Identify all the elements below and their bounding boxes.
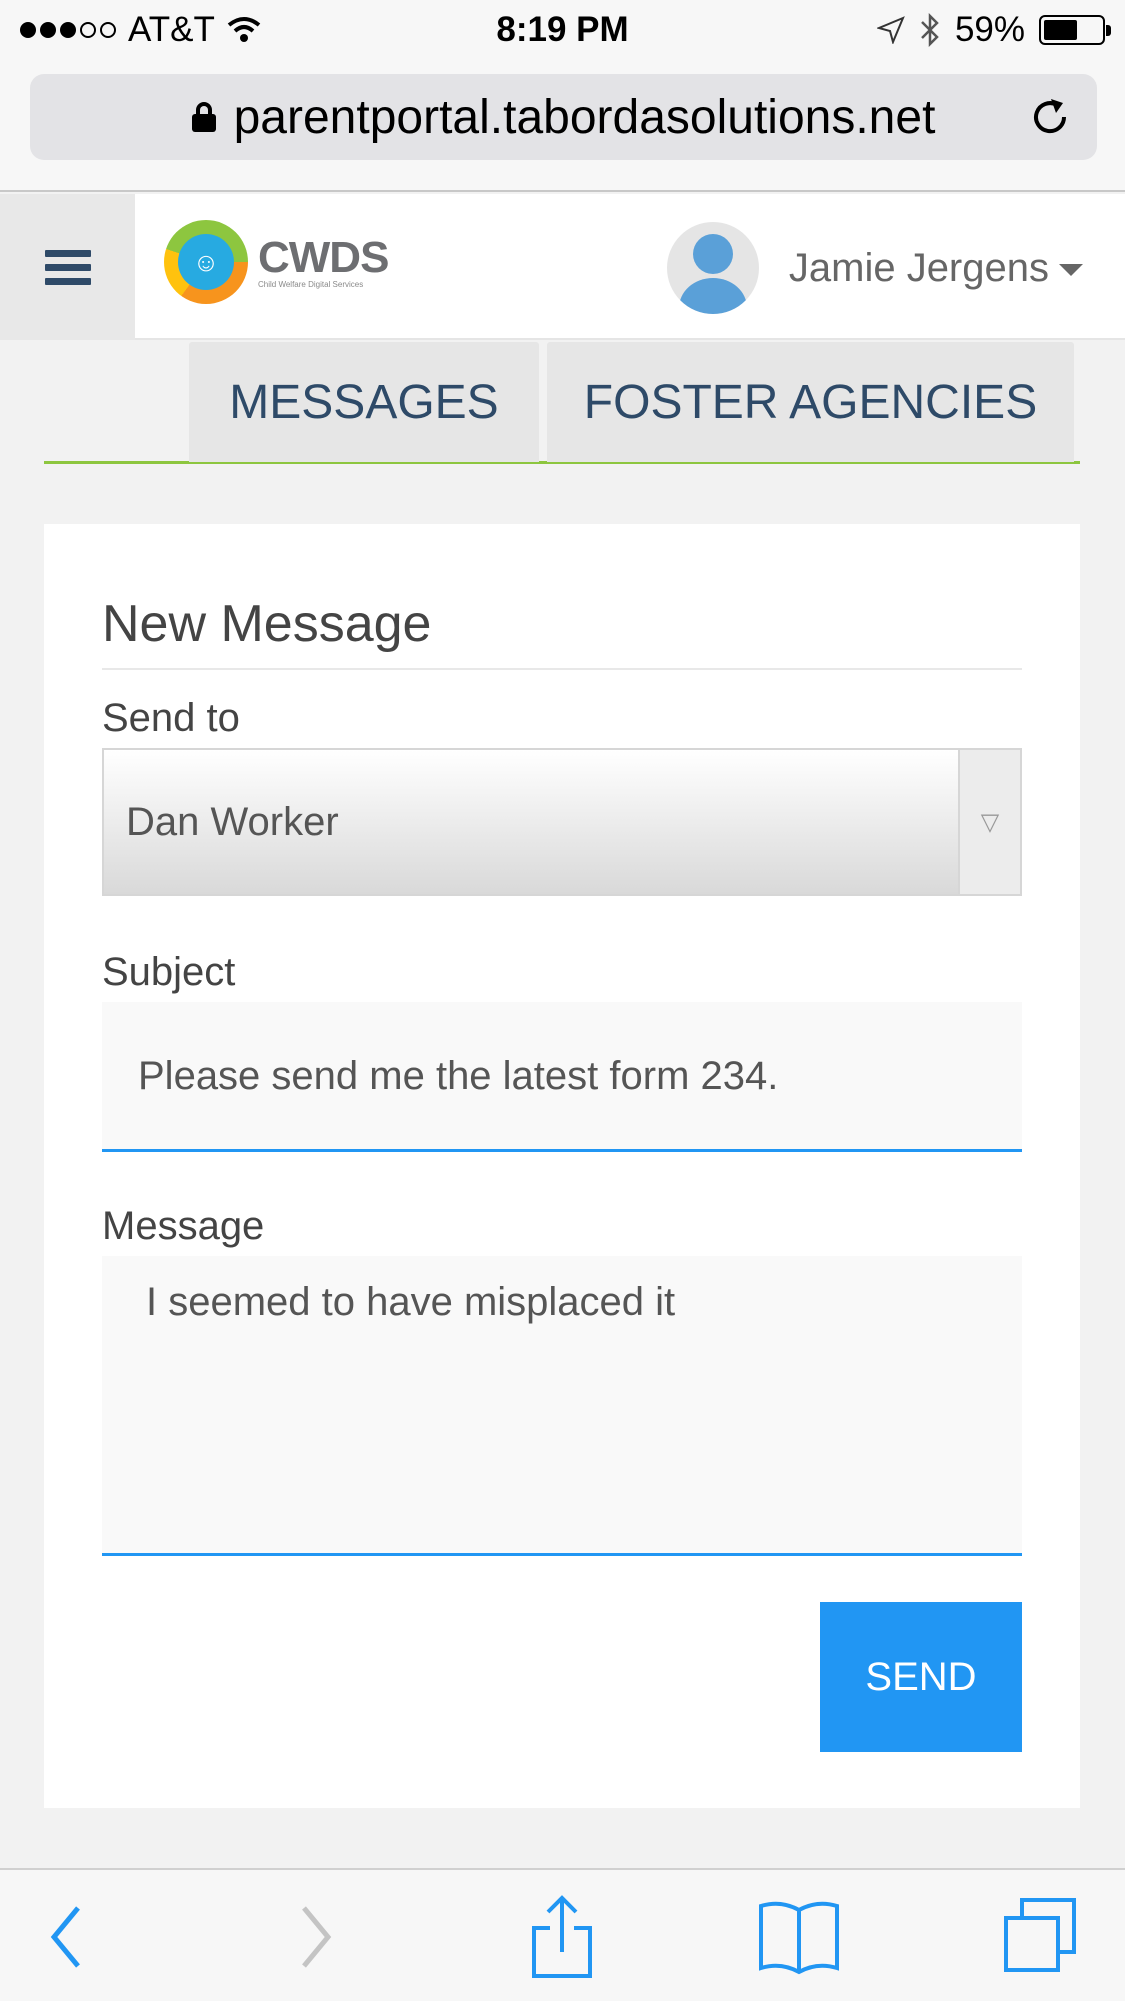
logo-emblem-icon: ☺	[164, 220, 248, 304]
hamburger-menu-button[interactable]	[0, 194, 135, 340]
avatar	[666, 222, 759, 314]
send-to-label: Send to	[102, 696, 240, 740]
browser-toolbar	[0, 1868, 1125, 2001]
tab-foster-agencies[interactable]: FOSTER AGENCIES	[547, 342, 1074, 462]
bookmarks-icon[interactable]	[756, 1894, 842, 1980]
subject-label: Subject	[102, 950, 236, 994]
status-right: 59%	[876, 10, 1111, 50]
browser-chrome: parentportal.tabordasolutions.net	[0, 60, 1125, 192]
subject-value: Please send me the latest form 234.	[138, 1054, 779, 1098]
forward-icon[interactable]	[296, 1894, 336, 1980]
app-header: ☺ CWDS Child Welfare Digital Services Ja…	[0, 194, 1125, 340]
caret-down-icon	[1059, 264, 1083, 276]
bluetooth-icon	[921, 13, 939, 47]
chevron-down-icon[interactable]: ▽	[958, 750, 1020, 894]
send-button[interactable]: SEND	[820, 1602, 1022, 1752]
tabs-icon[interactable]	[1000, 1894, 1080, 1980]
message-label: Message	[102, 1204, 265, 1248]
status-bar: AT&T 8:19 PM 59%	[0, 0, 1125, 60]
send-to-select[interactable]: Dan Worker ▽	[102, 748, 1022, 896]
reload-icon[interactable]	[1029, 96, 1071, 138]
send-to-value: Dan Worker	[126, 800, 339, 844]
new-message-card: New Message Send to Dan Worker ▽ Subject…	[44, 524, 1080, 1808]
share-icon[interactable]	[530, 1894, 594, 1980]
location-arrow-icon	[876, 16, 905, 44]
user-name: Jamie Jergens	[788, 245, 1049, 290]
battery-percent: 59%	[954, 10, 1025, 49]
message-value: I seemed to have misplaced it	[146, 1280, 676, 1324]
battery-icon	[1039, 15, 1111, 45]
logo-title: CWDS	[258, 232, 389, 282]
url-text: parentportal.tabordasolutions.net	[233, 90, 936, 144]
tab-bar: MESSAGES FOSTER AGENCIES	[44, 340, 1080, 464]
user-menu[interactable]: Jamie Jergens	[666, 222, 1083, 314]
title-divider	[102, 668, 1022, 670]
tab-messages[interactable]: MESSAGES	[189, 342, 539, 462]
back-icon[interactable]	[46, 1894, 86, 1980]
subject-input[interactable]: Please send me the latest form 234.	[102, 1002, 1022, 1152]
address-bar[interactable]: parentportal.tabordasolutions.net	[30, 74, 1097, 160]
page-title: New Message	[102, 595, 432, 653]
message-textarea[interactable]: I seemed to have misplaced it	[102, 1256, 1022, 1556]
hamburger-icon	[44, 243, 91, 292]
cwds-logo[interactable]: ☺ CWDS Child Welfare Digital Services	[164, 220, 389, 304]
lock-icon	[191, 102, 216, 132]
